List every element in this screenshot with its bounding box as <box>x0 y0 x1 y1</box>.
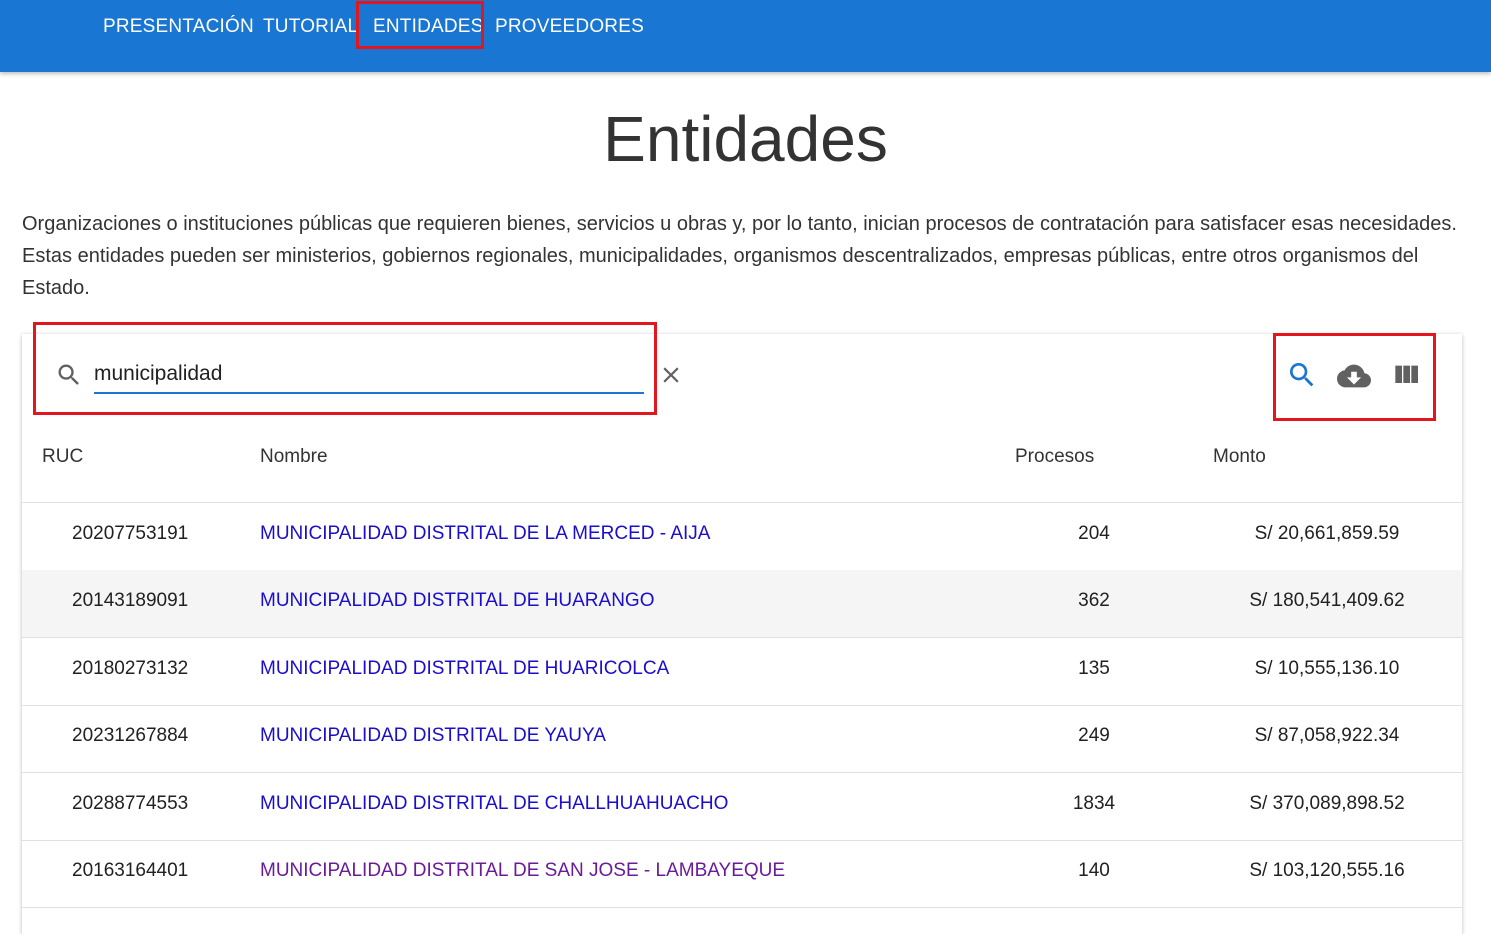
table-row: 20288774553 MUNICIPALIDAD DISTRITAL DE C… <box>22 773 1462 841</box>
nav-label[interactable]: PRESENTACIÓN <box>103 16 254 38</box>
cell-ruc: 20288774553 <box>72 793 189 814</box>
cell-procesos: 135 <box>1078 658 1110 679</box>
table-row: 20231267884 MUNICIPALIDAD DISTRITAL DE Y… <box>22 705 1462 773</box>
data-table-card: RUC Nombre Procesos Monto 20207753191 MU… <box>22 334 1462 934</box>
entity-link[interactable]: MUNICIPALIDAD DISTRITAL DE SAN JOSE - LA… <box>260 860 785 882</box>
nav-item-tutorial[interactable]: TUTORIAL <box>263 0 358 54</box>
page-title: Entidades <box>603 103 888 175</box>
page-description: Organizaciones o instituciones públicas … <box>22 213 1457 299</box>
entity-link[interactable]: MUNICIPALIDAD DISTRITAL DE HUARICOLCA <box>260 658 669 680</box>
entity-link[interactable]: MUNICIPALIDAD DISTRITAL DE YAUYA <box>260 725 606 747</box>
cloud-download-icon[interactable] <box>1337 359 1371 393</box>
cell-procesos: 204 <box>1078 523 1110 544</box>
cell-monto: S/ 20,661,859.59 <box>1254 523 1400 544</box>
nav-label[interactable]: ENTIDADES <box>373 16 484 38</box>
column-header-nombre[interactable]: Nombre <box>260 446 328 468</box>
table-row: 20180273132 MUNICIPALIDAD DISTRITAL DE H… <box>22 638 1462 706</box>
cell-procesos: 362 <box>1078 590 1110 611</box>
cell-procesos: 140 <box>1078 860 1110 881</box>
cell-procesos: 1834 <box>1072 793 1116 814</box>
app-bar: PRESENTACIÓN TUTORIAL ENTIDADES PROVEEDO… <box>0 0 1491 72</box>
cell-procesos: 249 <box>1078 725 1110 746</box>
cell-ruc: 20180273132 <box>72 658 189 679</box>
nav-item-presentacion[interactable]: PRESENTACIÓN <box>103 0 254 54</box>
nav-item-entidades[interactable]: ENTIDADES <box>373 0 484 54</box>
table-row: 20163164401 MUNICIPALIDAD DISTRITAL DE S… <box>22 840 1462 908</box>
table-header: RUC Nombre Procesos Monto <box>22 434 1462 503</box>
column-header-monto[interactable]: Monto <box>1213 446 1266 468</box>
table-row: 20207753191 MUNICIPALIDAD DISTRITAL DE L… <box>22 503 1462 571</box>
cell-ruc: 20143189091 <box>72 590 189 611</box>
entity-link[interactable]: MUNICIPALIDAD DISTRITAL DE LA MERCED - A… <box>260 523 710 545</box>
nav-label[interactable]: PROVEEDORES <box>495 16 644 38</box>
entity-link[interactable]: MUNICIPALIDAD DISTRITAL DE CHALLHUAHUACH… <box>260 793 728 815</box>
nav-item-proveedores[interactable]: PROVEEDORES <box>495 0 644 54</box>
nav-label[interactable]: TUTORIAL <box>263 16 358 38</box>
column-header-procesos[interactable]: Procesos <box>1015 446 1094 468</box>
search-box <box>52 356 646 396</box>
cell-monto: S/ 10,555,136.10 <box>1254 658 1400 679</box>
clear-search-icon[interactable] <box>658 362 684 388</box>
column-header-ruc[interactable]: RUC <box>42 446 83 468</box>
cell-ruc: 20163164401 <box>72 860 189 881</box>
cell-ruc: 20231267884 <box>72 725 189 746</box>
entity-link[interactable]: MUNICIPALIDAD DISTRITAL DE HUARANGO <box>260 590 654 612</box>
cell-monto: S/ 370,089,898.52 <box>1249 793 1405 814</box>
view-column-icon[interactable] <box>1390 359 1422 391</box>
search-input[interactable] <box>94 356 644 394</box>
cell-monto: S/ 87,058,922.34 <box>1254 725 1400 746</box>
cell-monto: S/ 180,541,409.62 <box>1249 590 1405 611</box>
cell-monto: S/ 103,120,555.16 <box>1249 860 1405 881</box>
search-icon <box>58 364 79 385</box>
search-icon[interactable] <box>1286 359 1318 391</box>
table-row: 20143189091 MUNICIPALIDAD DISTRITAL DE H… <box>22 570 1462 638</box>
cell-ruc: 20207753191 <box>72 523 189 544</box>
